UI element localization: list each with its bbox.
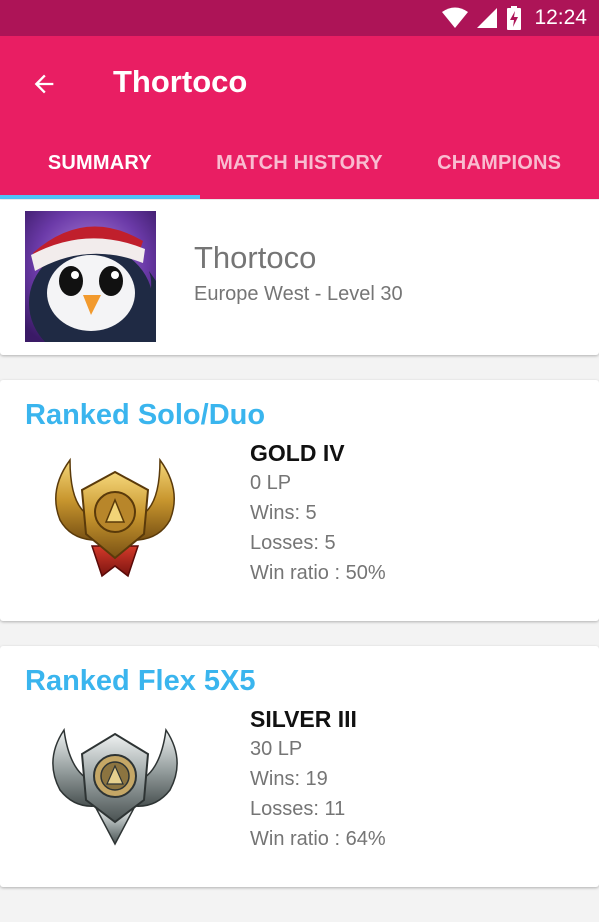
tab-bar: SUMMARY MATCH HISTORY CHAMPIONS [0, 128, 599, 199]
arrow-back-icon [34, 74, 54, 94]
rank-losses: Losses: 11 [250, 798, 346, 820]
summoner-name: Thortoco [194, 240, 317, 275]
ranked-flex-card[interactable]: Ranked Flex 5X5 SILVER III 30 LP Wins: 1… [0, 646, 599, 887]
wifi-icon [442, 7, 469, 28]
rank-tier: GOLD IV [250, 440, 345, 466]
penguin-avatar-icon [25, 211, 156, 342]
status-icons: 12:24 [442, 0, 587, 36]
tab-indicator [0, 195, 200, 199]
back-button[interactable] [20, 60, 68, 108]
rank-lp: 30 LP [250, 738, 303, 760]
avatar [25, 211, 156, 342]
tab-summary[interactable]: SUMMARY [0, 128, 200, 199]
silver-emblem-icon [52, 727, 178, 846]
rank-lp: 0 LP [250, 472, 292, 494]
ranked-solo-card[interactable]: Ranked Solo/Duo GOLD IV 0 LP Wins: 5 Los… [0, 380, 599, 621]
rank-tier: SILVER III [250, 706, 357, 732]
tab-match-history[interactable]: MATCH HISTORY [200, 128, 400, 199]
profile-card[interactable]: Thortoco Europe West - Level 30 [0, 200, 599, 355]
rank-wins: Wins: 19 [250, 768, 328, 790]
gold-emblem-icon [55, 457, 175, 578]
app-bar: Thortoco SUMMARY MATCH HISTORY CHAMPIONS [0, 36, 599, 199]
battery-charging-icon [507, 6, 522, 30]
rank-wins: Wins: 5 [250, 502, 317, 524]
rank-info: GOLD IV 0 LP Wins: 5 Losses: 5 Win ratio… [250, 438, 386, 588]
rank-win-ratio: Win ratio : 64% [250, 828, 386, 850]
rank-win-ratio: Win ratio : 50% [250, 562, 386, 584]
page-title: Thortoco [113, 64, 248, 99]
rank-losses: Losses: 5 [250, 532, 336, 554]
signal-icon [477, 8, 498, 28]
ranked-queue-title: Ranked Solo/Duo [25, 399, 266, 431]
status-time: 12:24 [534, 6, 587, 29]
status-bar: 12:24 [0, 0, 599, 36]
tab-champions[interactable]: CHAMPIONS [399, 128, 599, 199]
rank-info: SILVER III 30 LP Wins: 19 Losses: 11 Win… [250, 704, 386, 854]
summoner-region-level: Europe West - Level 30 [194, 283, 403, 305]
ranked-queue-title: Ranked Flex 5X5 [25, 665, 256, 697]
